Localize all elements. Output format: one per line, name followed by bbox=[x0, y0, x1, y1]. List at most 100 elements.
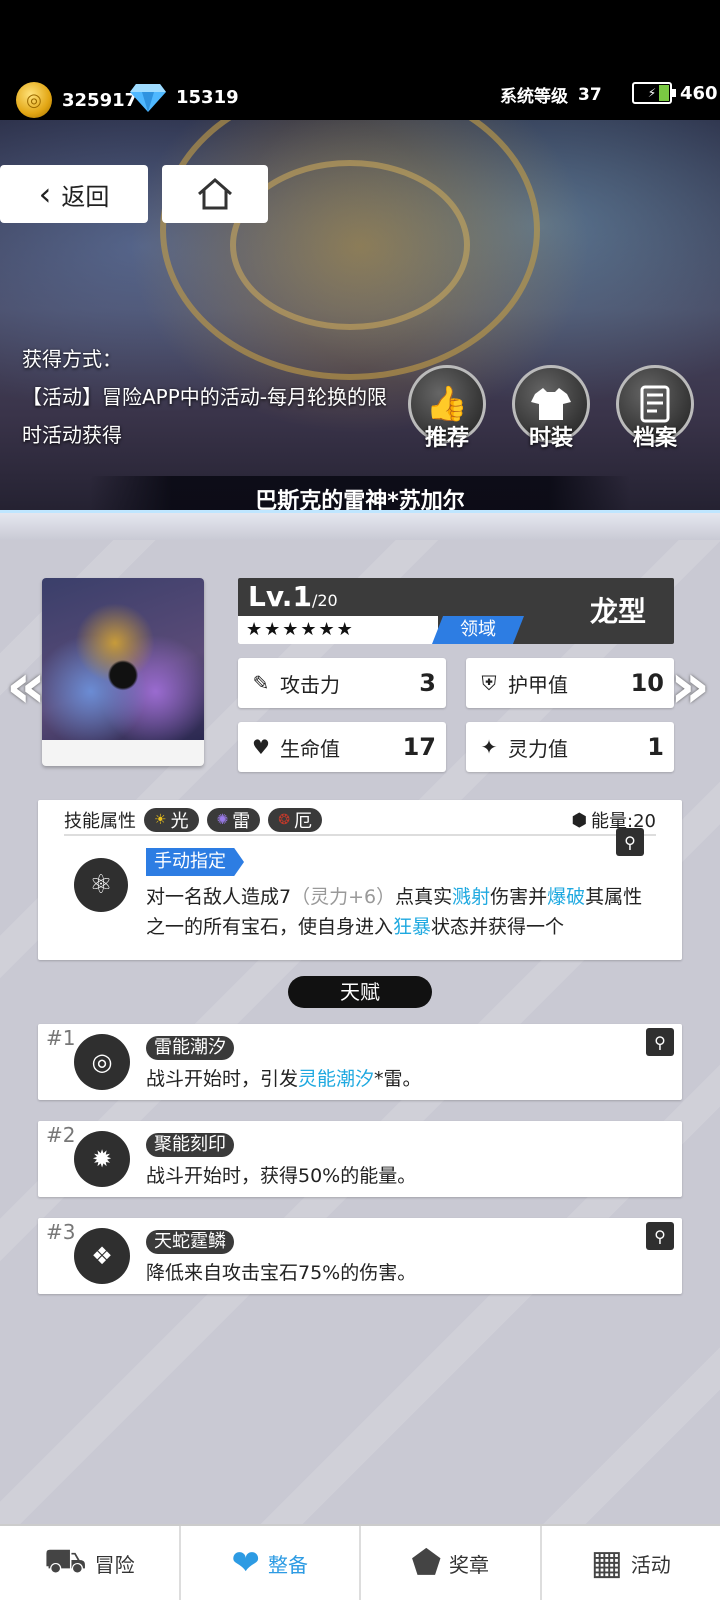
serpent-icon: ❖ bbox=[74, 1228, 130, 1284]
system-level-value: 37 bbox=[578, 84, 602, 105]
stat-label: 灵力值 bbox=[508, 736, 568, 761]
back-button[interactable]: ‹ 返回 bbox=[0, 165, 148, 223]
coin-icon: ◎ bbox=[16, 82, 52, 118]
stat-label: 护甲值 bbox=[508, 672, 568, 697]
next-character-icon[interactable]: » bbox=[670, 655, 710, 717]
medal-icon: ⬟ bbox=[411, 1543, 442, 1583]
system-level: 系统等级 37 bbox=[500, 82, 602, 108]
seal-icon: ✹ bbox=[74, 1131, 130, 1187]
talent-number: #2 bbox=[46, 1123, 76, 1147]
talent-item-2: #2 ✹ 聚能刻印 战斗开始时，获得50%的能量。 bbox=[38, 1121, 682, 1197]
spirit-icon: ✦ bbox=[480, 735, 498, 759]
stat-value: 1 bbox=[647, 733, 664, 761]
magnify-icon[interactable]: ⚲ bbox=[646, 1222, 674, 1250]
system-level-label: 系统等级 bbox=[500, 87, 568, 107]
thunder-icon: ✺ bbox=[216, 812, 229, 828]
bottom-nav: ⛟ 冒险 ❤ 整备 ⬟ 奖章 ▦ 活动 bbox=[0, 1524, 720, 1600]
energy-counter: ⚡ 460 bbox=[632, 82, 718, 104]
archive-icon bbox=[640, 385, 670, 423]
diamond-value: 15319 bbox=[176, 86, 239, 108]
skill-icon: ⚛ bbox=[74, 858, 128, 912]
talent-name: 聚能刻印 bbox=[146, 1133, 234, 1157]
heart-gear-icon: ❤ bbox=[231, 1543, 261, 1583]
home-icon bbox=[198, 178, 232, 210]
nav-activity[interactable]: ▦ 活动 bbox=[542, 1526, 720, 1600]
character-portrait bbox=[42, 578, 204, 766]
magnify-icon[interactable]: ⚲ bbox=[646, 1028, 674, 1056]
home-button[interactable] bbox=[162, 165, 268, 223]
stat-health: ♥ 生命值 17 bbox=[238, 722, 446, 772]
health-icon: ♥ bbox=[252, 735, 270, 759]
talent-description: 降低来自攻击宝石75%的伤害。 bbox=[146, 1262, 417, 1284]
prev-character-icon[interactable]: « bbox=[6, 655, 46, 717]
skill-panel: 技能属性 ☀ 光 ✺ 雷 ❂ 厄 ⬢ 能量:20 ⚛ 手动指定 ⚲ 对一名敌人造成7（灵… bbox=[38, 800, 682, 960]
level-prefix: Lv. bbox=[248, 580, 293, 613]
talent-description: 战斗开始时，引发灵能潮汐*雷。 bbox=[146, 1068, 422, 1090]
star-rating: ★★★★★★ bbox=[238, 616, 438, 644]
attr-name: 厄 bbox=[294, 811, 313, 832]
stat-spirit: ✦ 灵力值 1 bbox=[466, 722, 674, 772]
costume-label: 时装 bbox=[528, 426, 573, 451]
attack-icon: ✎ bbox=[252, 671, 270, 695]
attr-chip-thunder: ✺ 雷 bbox=[206, 808, 261, 832]
chevron-left-icon: ‹ bbox=[38, 175, 52, 213]
nav-label: 活动 bbox=[630, 1552, 671, 1577]
level-text: Lv.1/20 bbox=[248, 580, 338, 613]
status-bar: ◎ 325917 15319 系统等级 37 ⚡ 460 bbox=[0, 0, 720, 130]
acquire-text: 【活动】冒险APP中的活动-每月轮换的限时活动获得 bbox=[22, 385, 388, 447]
nav-adventure[interactable]: ⛟ 冒险 bbox=[0, 1526, 181, 1600]
banner-divider bbox=[0, 510, 720, 540]
stat-armor: ⛨ 护甲值 10 bbox=[466, 658, 674, 708]
skill-header: 技能属性 ☀ 光 ✺ 雷 ❂ 厄 ⬢ 能量:20 bbox=[64, 806, 656, 836]
talent-item-1: #1 ◎ 雷能潮汐 战斗开始时，引发灵能潮汐*雷。 ⚲ bbox=[38, 1024, 682, 1100]
level-value: 1 bbox=[292, 580, 312, 613]
armor-icon: ⛨ bbox=[481, 671, 497, 695]
acquire-title: 获得方式： bbox=[22, 347, 122, 371]
talent-description: 战斗开始时，获得50%的能量。 bbox=[146, 1165, 417, 1187]
battery-icon: ⚡ bbox=[632, 82, 676, 104]
doom-icon: ❂ bbox=[278, 812, 291, 828]
recommend-label: 推荐 bbox=[424, 426, 469, 451]
coin-value: 325917 bbox=[62, 89, 138, 111]
acquire-method: 获得方式： 【活动】冒险APP中的活动-每月轮换的限时活动获得 bbox=[22, 340, 392, 454]
talent-number: #1 bbox=[46, 1026, 76, 1050]
level-panel: Lv.1/20 ★★★★★★ 领域 龙型 bbox=[238, 578, 674, 644]
coin-counter: ◎ 325917 bbox=[16, 82, 137, 118]
talent-item-3: #3 ❖ 天蛇霆鳞 降低来自攻击宝石75%的伤害。 ⚲ bbox=[38, 1218, 682, 1294]
attr-name: 光 bbox=[170, 811, 189, 832]
talent-number: #3 bbox=[46, 1220, 76, 1244]
thumbs-up-icon: 👍 bbox=[425, 384, 469, 424]
energy-value: 460 bbox=[680, 82, 718, 104]
talent-name: 天蛇霆鳞 bbox=[146, 1230, 234, 1254]
stat-value: 3 bbox=[419, 669, 436, 697]
nav-label: 冒险 bbox=[94, 1552, 135, 1577]
stat-attack: ✎ 攻击力 3 bbox=[238, 658, 446, 708]
attr-name: 雷 bbox=[232, 811, 251, 832]
talent-name: 雷能潮汐 bbox=[146, 1036, 234, 1060]
skill-description[interactable]: 对一名敌人造成7（灵力+6）点真实溅射伤害并爆破其属性之一的所有宝石，使自身进入… bbox=[146, 882, 646, 942]
nav-label: 奖章 bbox=[449, 1552, 490, 1577]
stat-label: 生命值 bbox=[280, 736, 340, 761]
nav-equip[interactable]: ❤ 整备 bbox=[181, 1526, 361, 1600]
light-icon: ☀ bbox=[154, 812, 167, 828]
stat-value: 10 bbox=[630, 669, 664, 697]
skill-tag: 手动指定 bbox=[146, 848, 244, 876]
diamond-icon bbox=[130, 84, 166, 112]
energy-icon: ⬢ bbox=[571, 809, 588, 831]
magnify-icon[interactable]: ⚲ bbox=[616, 828, 644, 856]
tide-icon: ◎ bbox=[74, 1034, 130, 1090]
back-label: 返回 bbox=[61, 182, 110, 211]
truck-icon: ⛟ bbox=[43, 1540, 87, 1581]
nav-label: 整备 bbox=[268, 1552, 308, 1577]
nav-medal[interactable]: ⬟ 奖章 bbox=[361, 1526, 542, 1600]
portrait-image bbox=[42, 578, 204, 740]
shirt-icon bbox=[531, 388, 571, 420]
level-max: /20 bbox=[311, 591, 338, 610]
stat-value: 17 bbox=[402, 733, 436, 761]
calendar-icon: ▦ bbox=[590, 1543, 623, 1583]
skill-attr-label: 技能属性 bbox=[64, 811, 136, 832]
stat-label: 攻击力 bbox=[280, 672, 340, 697]
archive-label: 档案 bbox=[632, 426, 677, 451]
diamond-counter: 15319 bbox=[130, 82, 239, 112]
talent-header: 天赋 bbox=[288, 976, 432, 1008]
